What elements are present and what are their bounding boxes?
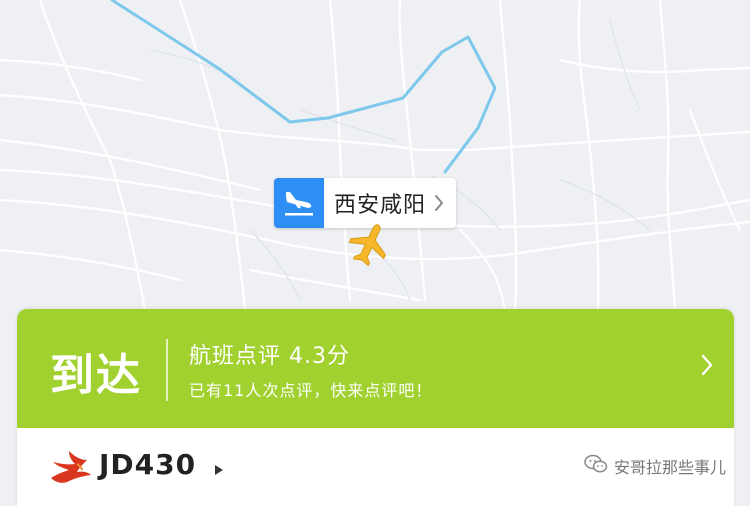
airplane-icon[interactable] <box>344 220 394 270</box>
flight-info-card: 到达 航班点评 4.3分 已有11人次点评，快来点评吧！ JD430 安哥拉那些… <box>17 309 734 506</box>
watermark-text: 安哥拉那些事儿 <box>613 458 726 477</box>
wechat-icon <box>584 454 608 478</box>
chevron-right-icon[interactable] <box>700 353 714 377</box>
chevron-right-icon <box>434 178 456 228</box>
airline-phoenix-logo <box>47 448 93 484</box>
status-divider <box>166 339 168 401</box>
flight-number[interactable]: JD430 <box>99 448 196 481</box>
flight-status: 到达 <box>50 350 142 401</box>
flight-number-row: JD430 安哥拉那些事儿 <box>17 428 734 506</box>
watermark: 安哥拉那些事儿 <box>584 454 726 478</box>
flight-review-title: 航班点评 4.3分 <box>189 344 350 369</box>
flight-review-subtitle: 已有11人次点评，快来点评吧！ <box>189 381 433 400</box>
flight-status-banner[interactable]: 到达 航班点评 4.3分 已有11人次点评，快来点评吧！ <box>17 309 734 428</box>
plane-landing-icon <box>274 178 324 228</box>
caret-right-icon[interactable] <box>214 461 224 475</box>
